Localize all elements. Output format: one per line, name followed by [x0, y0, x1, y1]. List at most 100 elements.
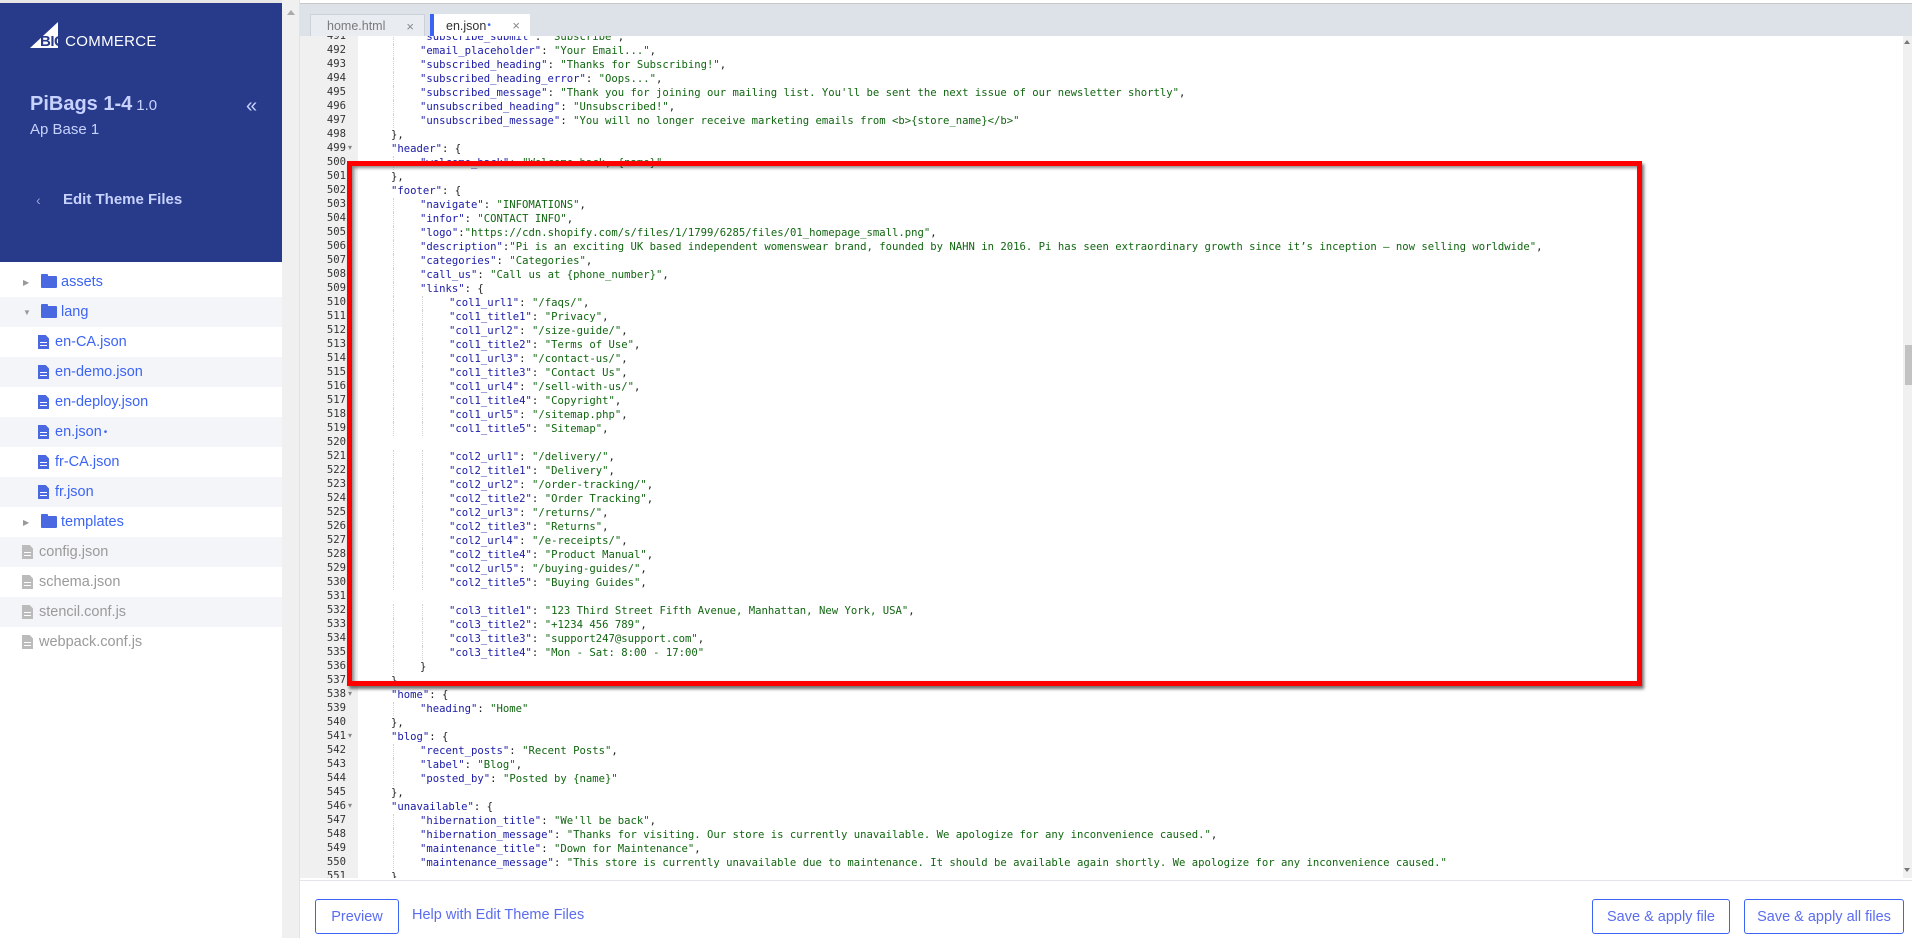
fold-toggle-icon[interactable]: ▾: [348, 689, 352, 698]
indent-guide: [393, 36, 394, 44]
tree-item-assets[interactable]: ▶ assets: [0, 267, 282, 297]
tree-item-fr-ca-json[interactable]: fr-CA.json: [0, 447, 282, 477]
indent-guide: [393, 660, 394, 674]
tree-item-en-json[interactable]: en.json •: [0, 417, 282, 447]
indent-guide: [393, 212, 394, 226]
scrollbar-thumb[interactable]: [1905, 345, 1912, 385]
code-punctuation: :: [519, 563, 532, 575]
code-punctuation: ,: [602, 521, 609, 533]
code-punctuation: ,: [634, 381, 641, 393]
caret-down-icon[interactable]: ▼: [23, 308, 33, 317]
tree-item-label: templates: [61, 514, 124, 530]
back-chevron-icon[interactable]: ‹: [36, 192, 41, 208]
json-key: "subscribed_heading_error": [420, 73, 586, 85]
json-string-value: "Delivery": [544, 465, 609, 477]
tree-item-webpack-conf-js[interactable]: webpack.conf.js: [0, 627, 282, 657]
code-line: "col1_url2": "/size-guide/",: [449, 324, 628, 338]
scroll-up-icon[interactable]: [1904, 40, 1910, 44]
indent-guide: [393, 422, 394, 436]
json-key: "col2_title5": [449, 577, 532, 589]
indent-guide: [393, 772, 394, 786]
indent-guide: [393, 576, 394, 590]
indent-guide: [393, 100, 394, 114]
sidebar-scrollbar[interactable]: [282, 0, 300, 938]
indent-guide: [393, 86, 394, 100]
caret-right-icon[interactable]: ▶: [23, 518, 33, 527]
code-punctuation: ,: [719, 59, 727, 71]
line-number: 493: [326, 58, 346, 70]
indent-guide: [422, 632, 423, 646]
line-number: 519: [326, 422, 346, 434]
indent-guide: [422, 380, 423, 394]
json-key: "col2_url3": [449, 507, 520, 519]
code-line: "subscribed_heading": "Thanks for Subscr…: [420, 58, 726, 72]
tree-item-fr-json[interactable]: fr.json: [0, 477, 282, 507]
json-key: "welcome_back": [420, 157, 510, 169]
code-punctuation: :: [531, 633, 545, 645]
help-link[interactable]: Help with Edit Theme Files: [412, 907, 584, 923]
close-tab-icon[interactable]: ×: [512, 18, 520, 33]
code-punctuation: :: [496, 255, 510, 267]
json-string-value: "/order-tracking/": [531, 479, 647, 491]
indent-guide: [393, 282, 394, 296]
json-key: "col3_title3": [449, 633, 532, 645]
line-number: 550: [326, 856, 346, 868]
scroll-down-icon[interactable]: [1904, 868, 1910, 872]
fold-toggle-icon[interactable]: ▾: [348, 283, 352, 292]
code-line: "maintenance_message": "This store is cu…: [420, 856, 1447, 870]
indent-guide: [393, 72, 394, 86]
save-apply-file-button[interactable]: Save & apply file: [1592, 899, 1730, 934]
tree-item-schema-json[interactable]: schema.json: [0, 567, 282, 597]
tree-item-lang[interactable]: ▼ lang: [0, 297, 282, 327]
collapse-sidebar-icon[interactable]: «: [246, 95, 257, 118]
line-number: 506: [326, 240, 346, 252]
line-number: 518: [326, 408, 346, 420]
line-number: 532: [326, 604, 346, 616]
json-string-value: "Order Tracking": [544, 493, 647, 505]
close-tab-icon[interactable]: ×: [406, 19, 414, 34]
file-icon: [38, 335, 49, 349]
caret-right-icon[interactable]: ▶: [23, 278, 33, 287]
line-number: 530: [326, 576, 346, 588]
json-key: "col1_title5": [449, 423, 532, 435]
editor-scrollbar[interactable]: [1903, 36, 1912, 878]
json-string-value: "Welcome back, {name}": [522, 157, 663, 169]
code-line: "posted_by": "Posted by {name}": [420, 772, 618, 786]
fold-toggle-icon[interactable]: ▾: [348, 185, 352, 194]
code-punctuation: :: [541, 815, 554, 827]
tab-en-json[interactable]: en.json • ×: [430, 14, 530, 37]
json-key: "col3_title4": [449, 647, 532, 659]
tree-item-en-deploy-json[interactable]: en-deploy.json: [0, 387, 282, 417]
json-string-value: "123 Third Street Fifth Avenue, Manhatta…: [544, 605, 909, 617]
code-editor[interactable]: 491 492 493 494 495 496 497 498 499 ▾ 500 501 502 ▾ 50…: [300, 36, 1912, 878]
indent-guide: [393, 366, 394, 380]
json-key: "logo": [420, 227, 459, 239]
fold-toggle-icon[interactable]: ▾: [348, 801, 352, 810]
code-line: "navigate": "INFOMATIONS",: [420, 198, 586, 212]
tree-item-en-ca-json[interactable]: en-CA.json: [0, 327, 282, 357]
code-punctuation: :: [534, 36, 548, 43]
tree-item-label: stencil.conf.js: [39, 604, 127, 620]
indent-guide: [393, 534, 394, 548]
json-string-value: "INFOMATIONS": [496, 199, 580, 211]
line-number: 507: [326, 254, 346, 266]
tree-item-config-json[interactable]: config.json: [0, 537, 282, 567]
tab-home-html[interactable]: home.html ×: [310, 14, 425, 37]
fold-toggle-icon[interactable]: ▾: [348, 731, 352, 740]
code-line: "col1_title4": "Copyright",: [449, 394, 621, 408]
indent-guide: [393, 394, 394, 408]
tree-item-stencil-conf-js[interactable]: stencil.conf.js: [0, 597, 282, 627]
tree-item-en-demo-json[interactable]: en-demo.json: [0, 357, 282, 387]
json-key: "categories": [420, 255, 497, 267]
indent-guide: [422, 618, 423, 632]
preview-button[interactable]: Preview: [315, 899, 399, 934]
indent-guide: [393, 604, 394, 618]
json-key: "footer": [391, 185, 443, 197]
code-line: "col2_url5": "/buying-guides/",: [449, 562, 647, 576]
json-string-value: "Sitemap": [544, 423, 603, 435]
line-number: 501: [326, 170, 346, 182]
fold-toggle-icon[interactable]: ▾: [348, 143, 352, 152]
tree-item-templates[interactable]: ▶ templates: [0, 507, 282, 537]
scroll-up-icon[interactable]: [287, 10, 295, 15]
save-apply-all-files-button[interactable]: Save & apply all files: [1744, 899, 1904, 934]
